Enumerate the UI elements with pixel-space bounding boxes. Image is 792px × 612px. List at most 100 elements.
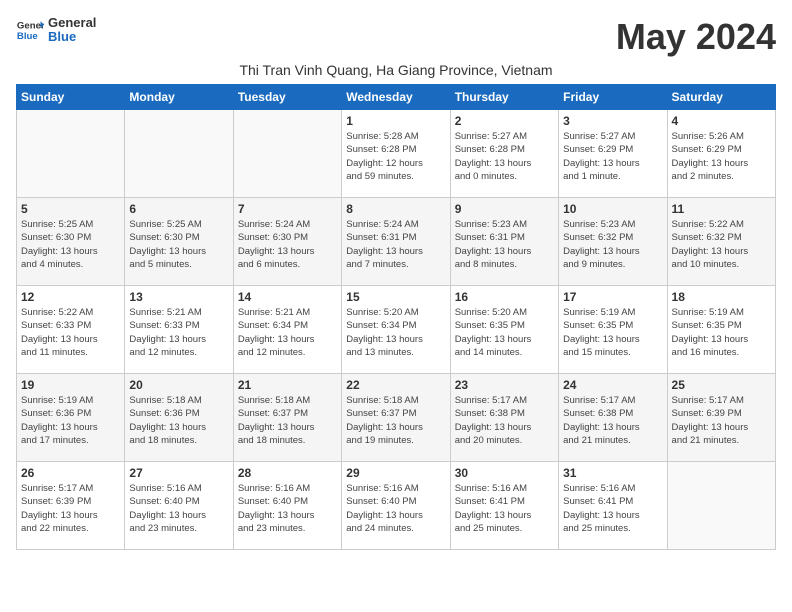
header: General Blue General Blue May 2024: [16, 16, 776, 58]
day-info: Sunrise: 5:24 AM Sunset: 6:30 PM Dayligh…: [238, 218, 337, 271]
weekday-header-thursday: Thursday: [450, 85, 558, 110]
day-number: 23: [455, 378, 554, 392]
day-info: Sunrise: 5:25 AM Sunset: 6:30 PM Dayligh…: [129, 218, 228, 271]
day-number: 30: [455, 466, 554, 480]
weekday-header-tuesday: Tuesday: [233, 85, 341, 110]
weekday-header-saturday: Saturday: [667, 85, 775, 110]
day-info: Sunrise: 5:22 AM Sunset: 6:33 PM Dayligh…: [21, 306, 120, 359]
subtitle: Thi Tran Vinh Quang, Ha Giang Province, …: [16, 62, 776, 78]
day-number: 22: [346, 378, 445, 392]
day-info: Sunrise: 5:16 AM Sunset: 6:40 PM Dayligh…: [238, 482, 337, 535]
calendar-week-row: 26Sunrise: 5:17 AM Sunset: 6:39 PM Dayli…: [17, 462, 776, 550]
day-info: Sunrise: 5:16 AM Sunset: 6:41 PM Dayligh…: [563, 482, 662, 535]
day-number: 6: [129, 202, 228, 216]
day-info: Sunrise: 5:17 AM Sunset: 6:39 PM Dayligh…: [672, 394, 771, 447]
month-title: May 2024: [616, 16, 776, 58]
logo: General Blue General Blue: [16, 16, 96, 45]
calendar-cell: 9 Sunrise: 5:23 AM Sunset: 6:31 PM Daylig…: [450, 198, 558, 286]
calendar-cell: 2 Sunrise: 5:27 AM Sunset: 6:28 PM Daylig…: [450, 110, 558, 198]
calendar-cell: 7 Sunrise: 5:24 AM Sunset: 6:30 PM Daylig…: [233, 198, 341, 286]
day-info: Sunrise: 5:25 AM Sunset: 6:30 PM Dayligh…: [21, 218, 120, 271]
day-number: 8: [346, 202, 445, 216]
calendar-cell: 3Sunrise: 5:27 AM Sunset: 6:29 PM Daylig…: [559, 110, 667, 198]
day-info: Sunrise: 5:27 AM Sunset: 6:29 PM Dayligh…: [563, 130, 662, 183]
calendar-week-row: 12 Sunrise: 5:22 AM Sunset: 6:33 PM Dayli…: [17, 286, 776, 374]
day-number: 15: [346, 290, 445, 304]
day-info: Sunrise: 5:16 AM Sunset: 6:41 PM Dayligh…: [455, 482, 554, 535]
day-info: Sunrise: 5:16 AM Sunset: 6:40 PM Dayligh…: [129, 482, 228, 535]
calendar-week-row: 5 Sunrise: 5:25 AM Sunset: 6:30 PM Daylig…: [17, 198, 776, 286]
calendar-cell: 13Sunrise: 5:21 AM Sunset: 6:33 PM Dayli…: [125, 286, 233, 374]
day-number: 28: [238, 466, 337, 480]
calendar-cell: 16 Sunrise: 5:20 AM Sunset: 6:35 PM Dayli…: [450, 286, 558, 374]
day-info: Sunrise: 5:18 AM Sunset: 6:37 PM Dayligh…: [346, 394, 445, 447]
calendar-table: SundayMondayTuesdayWednesdayThursdayFrid…: [16, 84, 776, 550]
day-number: 13: [129, 290, 228, 304]
day-number: 4: [672, 114, 771, 128]
calendar-cell: 18Sunrise: 5:19 AM Sunset: 6:35 PM Dayli…: [667, 286, 775, 374]
calendar-cell: 11Sunrise: 5:22 AM Sunset: 6:32 PM Dayli…: [667, 198, 775, 286]
weekday-header-wednesday: Wednesday: [342, 85, 450, 110]
day-info: Sunrise: 5:18 AM Sunset: 6:37 PM Dayligh…: [238, 394, 337, 447]
day-info: Sunrise: 5:20 AM Sunset: 6:34 PM Dayligh…: [346, 306, 445, 359]
calendar-cell: 28 Sunrise: 5:16 AM Sunset: 6:40 PM Dayli…: [233, 462, 341, 550]
day-number: 5: [21, 202, 120, 216]
day-number: 31: [563, 466, 662, 480]
calendar-cell: 5 Sunrise: 5:25 AM Sunset: 6:30 PM Daylig…: [17, 198, 125, 286]
day-number: 29: [346, 466, 445, 480]
day-info: Sunrise: 5:19 AM Sunset: 6:35 PM Dayligh…: [672, 306, 771, 359]
calendar-cell: 12 Sunrise: 5:22 AM Sunset: 6:33 PM Dayli…: [17, 286, 125, 374]
weekday-header-row: SundayMondayTuesdayWednesdayThursdayFrid…: [17, 85, 776, 110]
day-info: Sunrise: 5:24 AM Sunset: 6:31 PM Dayligh…: [346, 218, 445, 271]
day-info: Sunrise: 5:28 AM Sunset: 6:28 PM Dayligh…: [346, 130, 445, 183]
calendar-cell: 19Sunrise: 5:19 AM Sunset: 6:36 PM Dayli…: [17, 374, 125, 462]
day-number: 14: [238, 290, 337, 304]
calendar-cell: 4 Sunrise: 5:26 AM Sunset: 6:29 PM Daylig…: [667, 110, 775, 198]
calendar-cell: 30 Sunrise: 5:16 AM Sunset: 6:41 PM Dayli…: [450, 462, 558, 550]
day-number: 7: [238, 202, 337, 216]
day-number: 1: [346, 114, 445, 128]
day-number: 11: [672, 202, 771, 216]
day-number: 27: [129, 466, 228, 480]
weekday-header-monday: Monday: [125, 85, 233, 110]
day-number: 17: [563, 290, 662, 304]
day-info: Sunrise: 5:18 AM Sunset: 6:36 PM Dayligh…: [129, 394, 228, 447]
logo-general-text: General: [48, 16, 96, 30]
calendar-cell: 15 Sunrise: 5:20 AM Sunset: 6:34 PM Dayli…: [342, 286, 450, 374]
day-info: Sunrise: 5:16 AM Sunset: 6:40 PM Dayligh…: [346, 482, 445, 535]
day-info: Sunrise: 5:19 AM Sunset: 6:35 PM Dayligh…: [563, 306, 662, 359]
calendar-cell: 20 Sunrise: 5:18 AM Sunset: 6:36 PM Dayli…: [125, 374, 233, 462]
calendar-cell: 6 Sunrise: 5:25 AM Sunset: 6:30 PM Daylig…: [125, 198, 233, 286]
calendar-cell: [667, 462, 775, 550]
day-number: 10: [563, 202, 662, 216]
day-info: Sunrise: 5:20 AM Sunset: 6:35 PM Dayligh…: [455, 306, 554, 359]
svg-text:General: General: [17, 21, 44, 32]
day-number: 24: [563, 378, 662, 392]
day-number: 19: [21, 378, 120, 392]
day-number: 9: [455, 202, 554, 216]
calendar-week-row: 1 Sunrise: 5:28 AM Sunset: 6:28 PM Daylig…: [17, 110, 776, 198]
weekday-header-sunday: Sunday: [17, 85, 125, 110]
calendar-cell: 23 Sunrise: 5:17 AM Sunset: 6:38 PM Dayli…: [450, 374, 558, 462]
calendar-cell: 25 Sunrise: 5:17 AM Sunset: 6:39 PM Dayli…: [667, 374, 775, 462]
day-number: 2: [455, 114, 554, 128]
day-number: 20: [129, 378, 228, 392]
day-number: 12: [21, 290, 120, 304]
logo-icon: General Blue: [16, 16, 44, 44]
calendar-week-row: 19Sunrise: 5:19 AM Sunset: 6:36 PM Dayli…: [17, 374, 776, 462]
day-info: Sunrise: 5:26 AM Sunset: 6:29 PM Dayligh…: [672, 130, 771, 183]
calendar-cell: 24Sunrise: 5:17 AM Sunset: 6:38 PM Dayli…: [559, 374, 667, 462]
day-info: Sunrise: 5:23 AM Sunset: 6:31 PM Dayligh…: [455, 218, 554, 271]
day-info: Sunrise: 5:17 AM Sunset: 6:38 PM Dayligh…: [455, 394, 554, 447]
day-info: Sunrise: 5:21 AM Sunset: 6:34 PM Dayligh…: [238, 306, 337, 359]
calendar-cell: 26Sunrise: 5:17 AM Sunset: 6:39 PM Dayli…: [17, 462, 125, 550]
day-info: Sunrise: 5:27 AM Sunset: 6:28 PM Dayligh…: [455, 130, 554, 183]
calendar-cell: [125, 110, 233, 198]
day-number: 25: [672, 378, 771, 392]
calendar-cell: [17, 110, 125, 198]
day-number: 16: [455, 290, 554, 304]
calendar-cell: 10 Sunrise: 5:23 AM Sunset: 6:32 PM Dayli…: [559, 198, 667, 286]
day-number: 21: [238, 378, 337, 392]
calendar-cell: [233, 110, 341, 198]
day-info: Sunrise: 5:23 AM Sunset: 6:32 PM Dayligh…: [563, 218, 662, 271]
